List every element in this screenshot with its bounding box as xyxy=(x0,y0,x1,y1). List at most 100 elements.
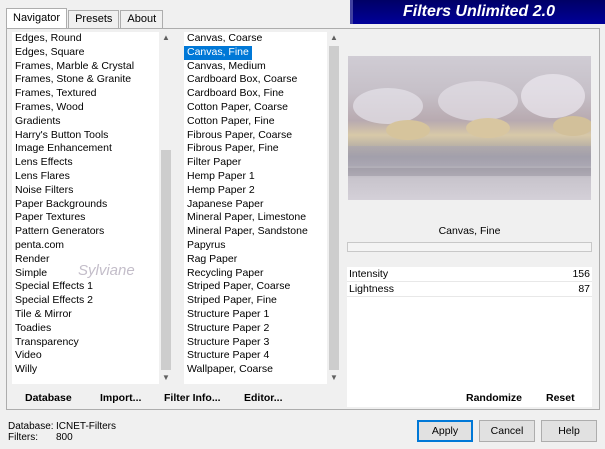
list-item[interactable]: penta.com xyxy=(12,239,159,253)
list-item-label: Frames, Stone & Granite xyxy=(15,73,132,86)
scroll-thumb[interactable] xyxy=(161,150,171,370)
list-item-label: Paper Textures xyxy=(15,211,86,224)
list-item[interactable]: Mineral Paper, Limestone xyxy=(184,211,327,225)
list-item[interactable]: Cotton Paper, Coarse xyxy=(184,101,327,115)
list-item-label: Canvas, Medium xyxy=(187,59,266,72)
filters-label: Filters: xyxy=(8,432,38,443)
list-item[interactable]: Frames, Textured xyxy=(12,87,159,101)
list-item[interactable]: Structure Paper 2 xyxy=(184,322,327,336)
param-intensity[interactable]: Intensity 156 xyxy=(347,267,592,282)
list-item[interactable]: Canvas, Fine xyxy=(184,45,327,60)
list-item-label: penta.com xyxy=(15,238,65,251)
list-item-label: Video xyxy=(15,349,42,362)
list-item[interactable]: Toadies xyxy=(12,322,159,336)
list-item[interactable]: Paper Backgrounds xyxy=(12,198,159,212)
database-label: Database: xyxy=(8,421,54,432)
list-item[interactable]: Willy xyxy=(12,363,159,377)
list-item-label: Striped Paper, Coarse xyxy=(187,280,291,293)
list-item-label: Japanese Paper xyxy=(187,197,264,210)
list-item[interactable]: Special Effects 2 xyxy=(12,294,159,308)
list-item-label: Edges, Round xyxy=(15,32,82,44)
list-item[interactable]: Mineral Paper, Sandstone xyxy=(184,225,327,239)
list-item[interactable]: Recycling Paper xyxy=(184,267,327,281)
tab-bar: Navigator Presets About xyxy=(6,8,164,28)
list-item-label: Papyrus xyxy=(187,238,226,251)
list-item[interactable]: Canvas, Medium xyxy=(184,60,327,74)
list-item-label: Striped Paper, Fine xyxy=(187,294,277,307)
list-item[interactable]: Structure Paper 3 xyxy=(184,336,327,350)
list-item-label: Rag Paper xyxy=(187,252,238,265)
list-item-label: Mineral Paper, Sandstone xyxy=(187,225,308,238)
list-item[interactable]: Filter Paper xyxy=(184,156,327,170)
scroll-thumb[interactable] xyxy=(329,46,339,370)
list-item[interactable]: Frames, Stone & Granite xyxy=(12,73,159,87)
list-item[interactable]: Special Effects 1 xyxy=(12,280,159,294)
scroll-up-icon[interactable]: ▲ xyxy=(328,32,340,44)
list-item[interactable]: Frames, Wood xyxy=(12,101,159,115)
scroll-up-icon[interactable]: ▲ xyxy=(160,32,172,44)
preview-image xyxy=(348,56,591,200)
watermark: Sylviane xyxy=(78,262,135,279)
list-item[interactable]: Harry's Button Tools xyxy=(12,129,159,143)
editor-button[interactable]: Editor... xyxy=(244,392,283,404)
scroll-down-icon[interactable]: ▼ xyxy=(160,372,172,384)
list-item[interactable]: Tile & Mirror xyxy=(12,308,159,322)
category-list[interactable]: Edges, Round Edges, Square Frames, Marble … xyxy=(12,32,159,384)
help-button[interactable]: Help xyxy=(541,420,597,442)
list-item[interactable]: Pattern Generators xyxy=(12,225,159,239)
list-item-label: Fibrous Paper, Fine xyxy=(187,142,279,155)
list-item[interactable]: Hemp Paper 1 xyxy=(184,170,327,184)
list-item-label: Harry's Button Tools xyxy=(15,128,109,141)
filter-scrollbar[interactable]: ▲ ▼ xyxy=(328,32,340,384)
list-item[interactable]: Transparency xyxy=(12,336,159,350)
list-item[interactable]: Video xyxy=(12,349,159,363)
import-button[interactable]: Import... xyxy=(100,392,141,404)
database-info: Database: ICNET-Filters Filters: 800 xyxy=(8,421,116,443)
list-item[interactable]: Rag Paper xyxy=(184,253,327,267)
database-button[interactable]: Database xyxy=(25,392,72,404)
list-item-label: Recycling Paper xyxy=(187,266,264,279)
list-item[interactable]: Striped Paper, Fine xyxy=(184,294,327,308)
list-item[interactable]: Lens Effects xyxy=(12,156,159,170)
scroll-down-icon[interactable]: ▼ xyxy=(328,372,340,384)
list-item[interactable]: Cardboard Box, Coarse xyxy=(184,73,327,87)
list-item[interactable]: Image Enhancement xyxy=(12,142,159,156)
param-label: Intensity xyxy=(349,268,389,280)
tab-navigator[interactable]: Navigator xyxy=(6,8,68,28)
list-item[interactable]: Fibrous Paper, Fine xyxy=(184,142,327,156)
list-item-label: Fibrous Paper, Coarse xyxy=(187,128,293,141)
category-scrollbar[interactable]: ▲ ▼ xyxy=(160,32,172,384)
tab-presets[interactable]: Presets xyxy=(68,10,120,28)
list-item[interactable]: Paper Textures xyxy=(12,211,159,225)
param-lightness[interactable]: Lightness 87 xyxy=(347,282,592,297)
list-item[interactable]: Lens Flares xyxy=(12,170,159,184)
list-item-label: Cotton Paper, Fine xyxy=(187,114,275,127)
list-item-label: Frames, Textured xyxy=(15,87,97,100)
randomize-button[interactable]: Randomize xyxy=(466,392,522,404)
list-item[interactable]: Cardboard Box, Fine xyxy=(184,87,327,101)
apply-button[interactable]: Apply xyxy=(417,420,473,442)
list-item[interactable]: Hemp Paper 2 xyxy=(184,184,327,198)
cancel-button[interactable]: Cancel xyxy=(479,420,535,442)
list-item-label: Frames, Marble & Crystal xyxy=(15,59,135,72)
list-item[interactable]: Cotton Paper, Fine xyxy=(184,115,327,129)
list-item[interactable]: Edges, Round xyxy=(12,32,159,46)
list-item[interactable]: Fibrous Paper, Coarse xyxy=(184,129,327,143)
list-item[interactable]: Edges, Square xyxy=(12,46,159,60)
filter-list[interactable]: Canvas, Coarse Canvas, Fine Canvas, Medium… xyxy=(184,32,327,384)
list-item-label: Lens Flares xyxy=(15,169,70,182)
app-banner: Filters Unlimited 2.0 xyxy=(350,0,605,24)
list-item[interactable]: Striped Paper, Coarse xyxy=(184,280,327,294)
reset-button[interactable]: Reset xyxy=(546,392,575,404)
tab-about[interactable]: About xyxy=(120,10,164,28)
list-item[interactable]: Structure Paper 1 xyxy=(184,308,327,322)
filter-info-button[interactable]: Filter Info... xyxy=(164,392,221,404)
list-item[interactable]: Japanese Paper xyxy=(184,198,327,212)
list-item[interactable]: Gradients xyxy=(12,115,159,129)
list-item[interactable]: Frames, Marble & Crystal xyxy=(12,60,159,74)
list-item[interactable]: Structure Paper 4 xyxy=(184,349,327,363)
list-item[interactable]: Canvas, Coarse xyxy=(184,32,327,46)
list-item[interactable]: Papyrus xyxy=(184,239,327,253)
list-item[interactable]: Noise Filters xyxy=(12,184,159,198)
list-item[interactable]: Wallpaper, Coarse xyxy=(184,363,327,377)
